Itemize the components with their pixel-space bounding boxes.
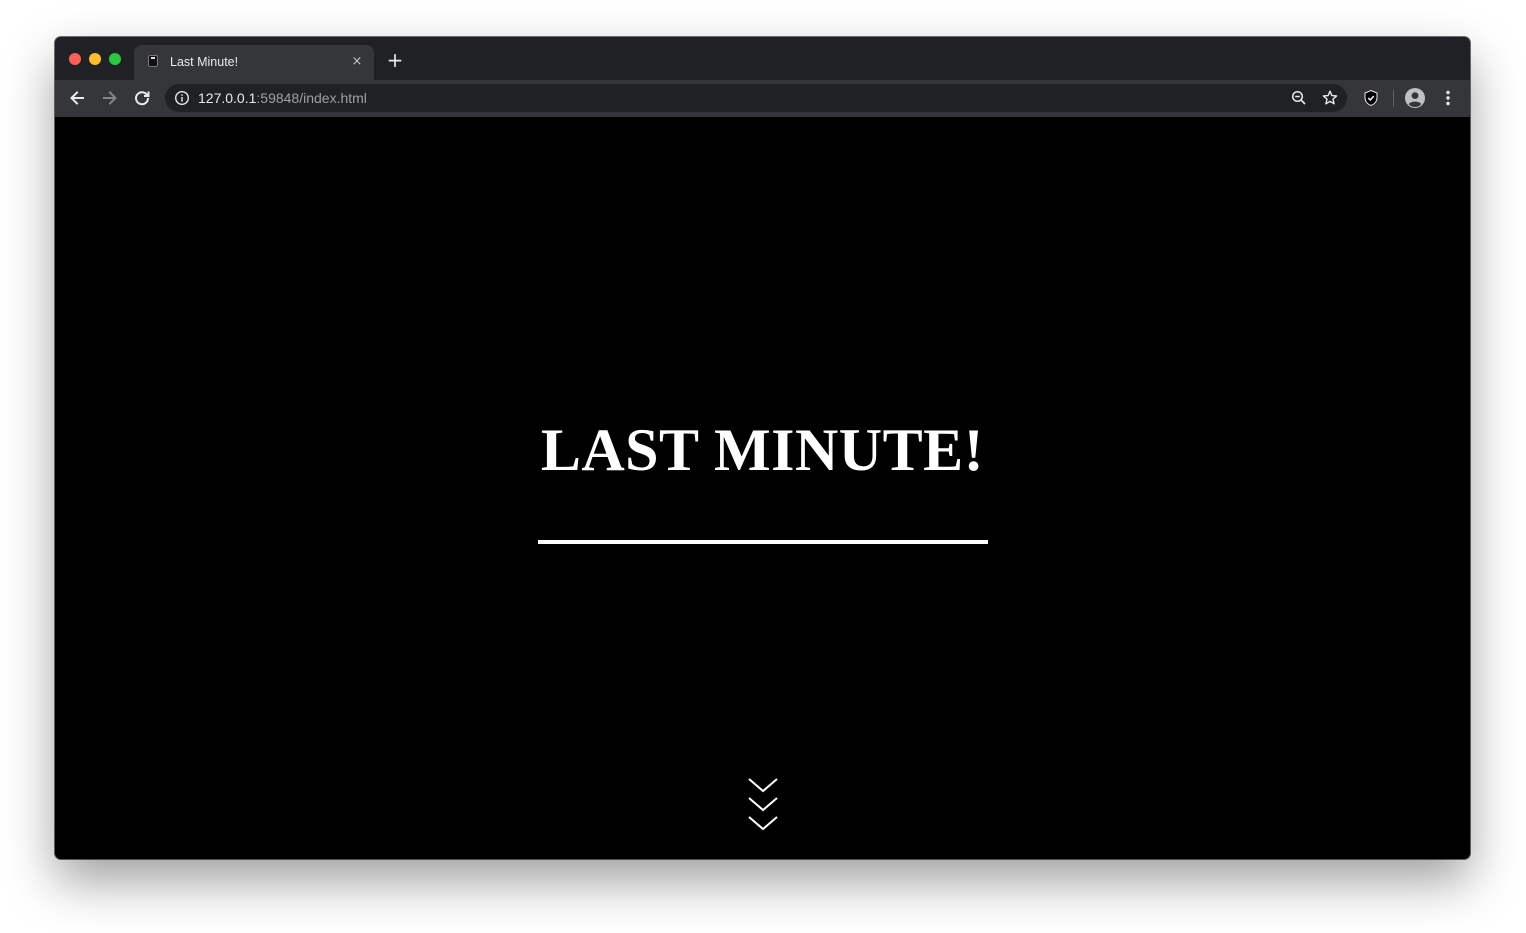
toolbar-separator: [1393, 90, 1394, 107]
page-favicon-icon: [148, 55, 158, 67]
forward-button[interactable]: [99, 87, 121, 109]
browser-window: Last Minute! × + 127.0.0.1:59848/index.h…: [55, 37, 1470, 859]
title-underline: [538, 540, 988, 544]
new-tab-button[interactable]: +: [385, 50, 405, 70]
arrow-left-icon: [70, 91, 84, 105]
shield-icon: [1364, 89, 1378, 107]
close-window-button[interactable]: [69, 53, 81, 65]
scroll-down-button[interactable]: [747, 777, 779, 835]
page-viewport: LAST MINUTE!: [55, 117, 1470, 859]
kebab-menu-icon: [1446, 90, 1450, 106]
tab-strip: Last Minute! × +: [55, 37, 1470, 80]
browser-menu-button[interactable]: [1437, 87, 1459, 109]
url-host: 127.0.0.1: [198, 90, 257, 106]
site-info-button[interactable]: [174, 90, 190, 111]
url-path: :59848/index.html: [256, 90, 367, 106]
star-icon: [1322, 90, 1338, 105]
profile-button[interactable]: [1404, 87, 1426, 109]
bookmark-button[interactable]: [1321, 89, 1339, 112]
address-bar[interactable]: 127.0.0.1:59848/index.html: [165, 84, 1347, 112]
tab-title: Last Minute!: [170, 55, 239, 69]
browser-toolbar: 127.0.0.1:59848/index.html: [55, 80, 1470, 117]
url-text[interactable]: 127.0.0.1:59848/index.html: [198, 90, 367, 106]
info-icon: [174, 90, 190, 106]
triple-chevron-down-icon: [748, 778, 778, 831]
avatar-icon: [1405, 88, 1425, 108]
reload-icon: [135, 91, 150, 106]
tab-close-icon[interactable]: ×: [350, 55, 364, 69]
page-title: LAST MINUTE!: [540, 417, 985, 483]
back-button[interactable]: [66, 87, 88, 109]
maximize-window-button[interactable]: [109, 53, 121, 65]
tab-last-minute[interactable]: Last Minute! ×: [134, 45, 374, 80]
arrow-right-icon: [103, 91, 117, 105]
minimize-window-button[interactable]: [89, 53, 101, 65]
screenshot-stage: Last Minute! × + 127.0.0.1:59848/index.h…: [0, 0, 1526, 933]
zoom-button[interactable]: [1290, 89, 1308, 112]
extension-button[interactable]: [1360, 87, 1382, 109]
reload-button[interactable]: [131, 87, 153, 109]
zoom-out-icon: [1291, 90, 1306, 105]
